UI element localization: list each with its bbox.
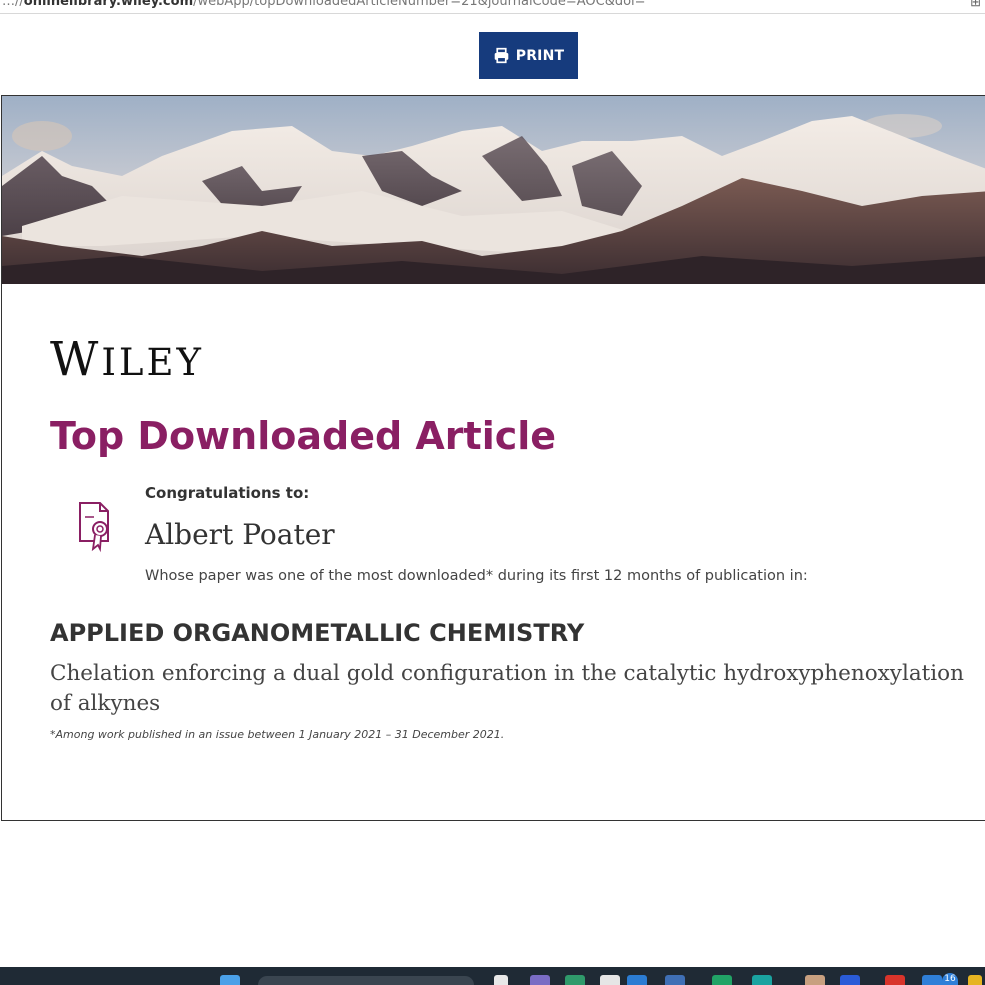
wiley-logo: WILEY [50,332,204,387]
app-icon[interactable] [712,975,732,985]
taskbar-search[interactable] [258,976,474,985]
author-name: Albert Poater [145,518,335,551]
congratulations-label: Congratulations to: [145,484,310,502]
journal-name: APPLIED ORGANOMETALLIC CHEMISTRY [50,619,585,647]
file-icon[interactable] [494,975,508,985]
app-icon[interactable] [968,975,982,985]
certificate-award-icon [79,502,109,553]
app-icon[interactable] [565,975,585,985]
printer-icon [494,47,509,64]
app-icon[interactable] [600,975,620,985]
print-button-label: PRINT [515,47,565,64]
taskbar: 16 [0,967,985,985]
extension-icon[interactable]: ⊞ [970,0,981,10]
app-icon[interactable] [922,975,942,985]
app-icon[interactable] [665,975,685,985]
award-title: Top Downloaded Article [50,414,557,458]
app-icon[interactable] [885,975,905,985]
browser-address-bar[interactable]: …//onlinelibrary.wiley.com/webApp/topDow… [0,0,985,14]
url-text[interactable]: …//onlinelibrary.wiley.com/webApp/topDow… [2,0,646,9]
certificate-card: WILEY Top Downloaded Article Congratulat… [1,95,985,821]
app-icon[interactable] [530,975,550,985]
mountain-banner-image [2,96,985,284]
notification-badge: 16 [942,973,958,985]
app-icon[interactable] [840,975,860,985]
app-icon[interactable] [752,975,772,985]
app-icon[interactable] [627,975,647,985]
print-button[interactable]: PRINT [479,32,578,79]
footnote: *Among work published in an issue betwee… [50,728,505,741]
app-icon[interactable] [805,975,825,985]
award-description: Whose paper was one of the most download… [145,568,808,584]
start-icon[interactable] [220,975,240,985]
paper-title: Chelation enforcing a dual gold configur… [50,661,964,716]
